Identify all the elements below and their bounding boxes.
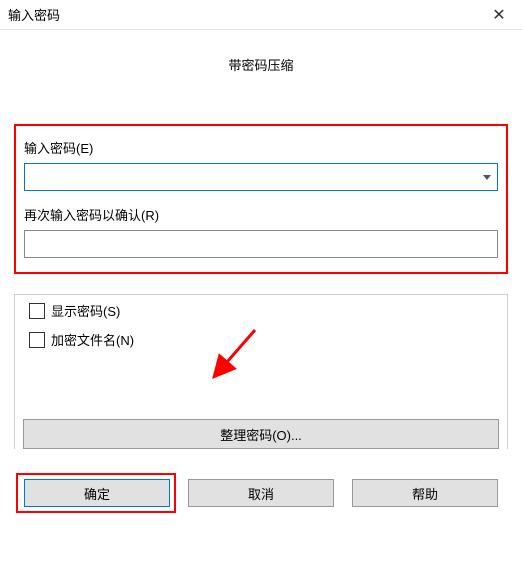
- close-button[interactable]: ✕: [484, 0, 514, 30]
- ok-button[interactable]: 确定: [24, 479, 170, 507]
- dialog-body: 带密码压缩 输入密码(E) 再次输入密码以确认(R) 显示密码(S) 加密文件名…: [0, 30, 522, 517]
- window-title: 输入密码: [8, 5, 60, 24]
- show-password-row: 显示密码(S): [29, 301, 493, 320]
- button-row: 确定 取消 帮助: [10, 449, 512, 507]
- help-button[interactable]: 帮助: [352, 479, 498, 507]
- close-icon: ✕: [492, 5, 505, 25]
- chevron-down-icon: [483, 175, 491, 180]
- titlebar: 输入密码 ✕: [0, 0, 522, 30]
- arrow-icon: [205, 325, 265, 385]
- dialog-subtitle: 带密码压缩: [10, 55, 512, 74]
- options-section: 显示密码(S) 加密文件名(N) 整理密码(O)...: [14, 294, 508, 449]
- confirm-password-input[interactable]: [24, 230, 498, 258]
- encrypt-filenames-label: 加密文件名(N): [51, 330, 134, 349]
- organize-passwords-button[interactable]: 整理密码(O)...: [23, 419, 499, 449]
- show-password-checkbox[interactable]: [29, 303, 45, 319]
- show-password-label: 显示密码(S): [51, 301, 120, 320]
- cancel-button[interactable]: 取消: [188, 479, 334, 507]
- encrypt-filenames-checkbox[interactable]: [29, 332, 45, 348]
- password-input[interactable]: [24, 163, 498, 191]
- password-label: 输入密码(E): [24, 138, 498, 157]
- password-section-highlight: 输入密码(E) 再次输入密码以确认(R): [14, 124, 508, 274]
- confirm-password-label: 再次输入密码以确认(R): [24, 205, 498, 224]
